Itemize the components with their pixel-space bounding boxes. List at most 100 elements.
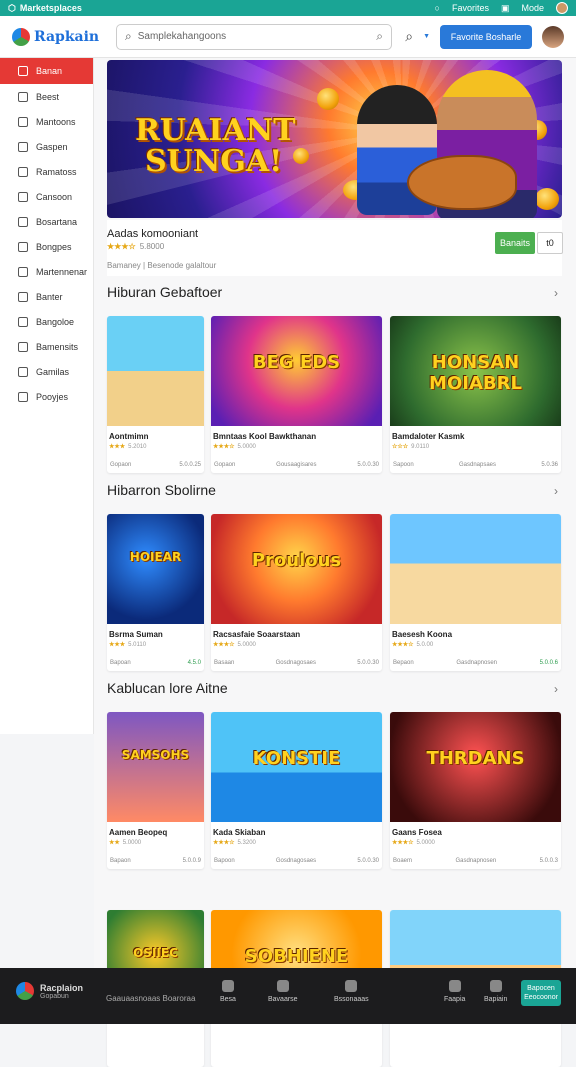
chevron-down-icon[interactable]: ▼	[423, 33, 430, 40]
thumbnail-title: BEG EDS	[252, 352, 341, 373]
sidebar-item[interactable]: Pooyjes	[0, 385, 93, 409]
search-icon[interactable]: ⌕	[405, 28, 413, 45]
thumbnail-title: THRDANS	[426, 748, 525, 769]
card-footer-right: 5.0.0.3	[539, 858, 558, 864]
game-card[interactable]: Proulous Racsasfaie Soaarstaan ★★★☆ 5.0000 B…	[211, 514, 382, 671]
chevron-right-icon[interactable]: ›	[554, 484, 558, 498]
bottom-logo[interactable]: Racplaion Gopabun	[16, 982, 83, 1000]
hero-info: Aadas komooniant ★★★☆ 5.8000 Bamaney | Be…	[107, 220, 563, 276]
hero-banner[interactable]: RUAIANT SUNGA!	[107, 60, 562, 218]
small-avatar[interactable]	[556, 2, 568, 14]
card-rating-text: 5.2010	[128, 444, 147, 450]
card-footer-mid: Gasdnapsaes	[458, 462, 497, 468]
bottom-nav-label: Bapiain	[484, 996, 508, 1003]
sidebar-item[interactable]: Ramatoss	[0, 160, 93, 184]
game-thumbnail[interactable]: BEG EDS	[211, 316, 382, 426]
search-submit-icon[interactable]: ⌕	[376, 29, 383, 44]
app-logo[interactable]: Rapkain	[12, 27, 104, 46]
game-thumbnail[interactable]: THRDANS	[390, 712, 561, 822]
card-title[interactable]: Bsrma Suman	[107, 624, 204, 639]
bottom-action-button[interactable]: Bapocen Eeocoonor	[521, 980, 561, 1006]
card-title[interactable]: Bamdaloter Kasmk	[390, 426, 561, 441]
bottom-nav-item[interactable]: Bapiain	[484, 980, 507, 1003]
sidebar-item[interactable]: Martennenar	[0, 260, 93, 284]
chevron-right-icon[interactable]: ›	[554, 682, 558, 696]
hero-primary-button[interactable]: Banaits	[495, 232, 535, 254]
game-card[interactable]: BEG EDS Bmntaas Kool Bawkthanan ★★★☆ 5.0000…	[211, 316, 382, 473]
hero-game-title[interactable]: Aadas komooniant	[107, 228, 198, 240]
search-icon: ⌕	[125, 29, 132, 43]
gift-icon[interactable]: ▣	[501, 3, 510, 14]
sidebar-item[interactable]: Bosartana	[0, 210, 93, 234]
game-thumbnail[interactable]: KONSTIE	[211, 712, 382, 822]
card-title[interactable]: Aontmimn	[107, 426, 204, 441]
sidebar-item-label: Bangoloe	[36, 317, 75, 327]
game-card[interactable]: SAMSOHS Aamen Beopeq ★★ 5.0000 Bapaon 5.0.0.9	[107, 712, 204, 869]
bottom-nav-item[interactable]: Besa	[220, 980, 236, 1003]
card-rating: ★★★ 5.0110	[107, 639, 204, 650]
sidebar-item-label: Bosartana	[36, 217, 78, 227]
topbar-brand[interactable]: ⬡ Marketsplaces	[8, 3, 82, 14]
game-thumbnail[interactable]	[107, 316, 204, 426]
card-footer-mid: Gosdnagosaes	[275, 660, 317, 666]
chevron-right-icon[interactable]: ›	[554, 286, 558, 300]
card-rating-text: 9.0110	[411, 444, 430, 450]
bottom-nav-item[interactable]: Faapia	[444, 980, 465, 1003]
card-footer-right: 5.0.0.30	[357, 462, 379, 468]
card-title[interactable]: Racsasfaie Soaarstaan	[211, 624, 382, 639]
hero-secondary-button[interactable]: t0	[537, 232, 563, 254]
sidebar-item[interactable]: Gaspen	[0, 135, 93, 159]
card-title[interactable]: Kada Skiaban	[211, 822, 382, 837]
card-title[interactable]: Bmntaas Kool Bawkthanan	[211, 426, 382, 441]
search-icon[interactable]: ○	[435, 3, 440, 13]
bottom-nav-label: Bssonaaas	[334, 996, 369, 1003]
sidebar-item[interactable]: Banter	[0, 285, 93, 309]
game-card[interactable]: HONSAN MOIABRL Bamdaloter Kasmk ☆☆☆ 9.0110 S…	[390, 316, 561, 473]
sidebar-item[interactable]: Cansoon	[0, 185, 93, 209]
card-rating: ★★★☆ 5.0.00	[390, 639, 561, 650]
sidebar-item-label: Gaspen	[36, 142, 68, 152]
topbar-item-favorites[interactable]: Favorites	[452, 3, 489, 13]
game-card[interactable]: THRDANS Gaans Fosea ★★★☆ 5.0000 Boaem Gasdnap…	[390, 712, 561, 869]
sidebar-item[interactable]: Banan	[0, 58, 93, 84]
card-footer: Sapoon Gasdnapsaes 5.0.36	[390, 452, 561, 468]
card-footer-right: 5.0.0.30	[357, 660, 379, 666]
favorite-cta-button[interactable]: Favorite Bosharle	[440, 24, 532, 49]
bottom-nav-item[interactable]: Bssonaaas	[334, 980, 369, 1003]
sidebar-item[interactable]: Beest	[0, 85, 93, 109]
search-input[interactable]: ⌕ Samplekahangoons ⌕	[116, 23, 392, 50]
sidebar-item[interactable]: Mantoons	[0, 110, 93, 134]
game-card[interactable]: Aontmimn ★★★ 5.2010 Gopaon 5.0.0.25	[107, 316, 204, 473]
bottom-nav-item[interactable]: Bavaarse	[268, 980, 298, 1003]
user-avatar[interactable]	[542, 25, 564, 48]
card-rating-text: 5.3200	[237, 840, 256, 846]
card-footer: Bapoan 4.5.0	[107, 650, 204, 666]
sidebar-item-label: Bamensits	[36, 342, 79, 352]
card-stars: ★★	[109, 840, 120, 846]
card-rating-text: 5.0000	[122, 840, 142, 846]
game-thumbnail[interactable]: Proulous	[211, 514, 382, 624]
game-thumbnail[interactable]: HOIEAR	[107, 514, 204, 624]
sidebar-item-label: Ramatoss	[36, 167, 77, 177]
card-footer-left: Basaan	[214, 660, 235, 666]
sidebar-item[interactable]: Bangoloe	[0, 310, 93, 334]
game-thumbnail[interactable]	[390, 514, 561, 624]
game-card[interactable]: HOIEAR Bsrma Suman ★★★ 5.0110 Bapoan 4.5.0	[107, 514, 204, 671]
sidebar-item[interactable]: Gamilas	[0, 360, 93, 384]
sidebar-item-label: Pooyjes	[36, 392, 69, 402]
sidebar-item[interactable]: Bongpes	[0, 235, 93, 259]
sidebar-item-label: Mantoons	[36, 117, 76, 127]
card-title[interactable]: Aamen Beopeq	[107, 822, 204, 837]
game-thumbnail[interactable]: SAMSOHS	[107, 712, 204, 822]
card-title[interactable]: Gaans Fosea	[390, 822, 561, 837]
card-rating: ★★ 5.0000	[107, 837, 204, 848]
game-card[interactable]: Baesesh Koona ★★★☆ 5.0.00 Bepaon Gasdnapnose…	[390, 514, 561, 671]
sidebar-item-icon	[18, 142, 28, 152]
sidebar-item[interactable]: Bamensits	[0, 335, 93, 359]
topbar-item-mode[interactable]: Mode	[521, 3, 544, 13]
thumbnail-title: Proulous	[251, 550, 342, 571]
thumbnail-title: OSIIEC	[133, 946, 178, 960]
card-title[interactable]: Baesesh Koona	[390, 624, 561, 639]
game-thumbnail[interactable]: HONSAN MOIABRL	[390, 316, 561, 426]
game-card[interactable]: KONSTIE Kada Skiaban ★★★☆ 5.3200 Bapoon Gosdn…	[211, 712, 382, 869]
